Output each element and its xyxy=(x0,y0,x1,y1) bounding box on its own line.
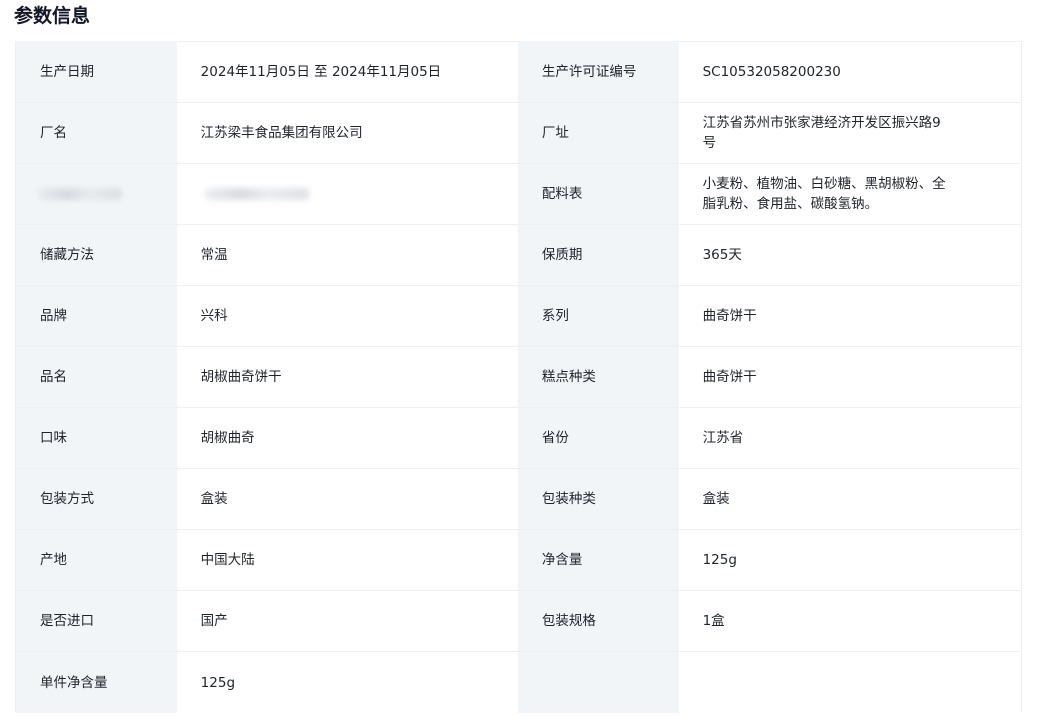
param-key: 品牌 xyxy=(16,286,177,347)
blurred-value-mask xyxy=(204,188,309,200)
param-value: 盒装 xyxy=(176,469,518,530)
param-key: 生产许可证编号 xyxy=(517,42,679,103)
param-value: 江苏省苏州市张家港经济开发区振兴路9号 xyxy=(678,103,1021,164)
param-value: 江苏省 xyxy=(678,408,1021,469)
table-row: 包装方式 盒装 包装种类 盒装 xyxy=(16,469,1021,530)
param-key: 产地 xyxy=(16,530,177,591)
param-value: 125g xyxy=(678,530,1021,591)
param-key: 生产日期 xyxy=(16,42,177,103)
param-value: 小麦粉、植物油、白砂糖、黑胡椒粉、全脂乳粉、食用盐、碳酸氢钠。 xyxy=(678,164,1021,225)
param-value: 胡椒曲奇 xyxy=(176,408,518,469)
param-value: 兴科 xyxy=(176,286,518,347)
param-key: 糕点种类 xyxy=(517,347,679,408)
param-value: 365天 xyxy=(678,225,1021,286)
param-key: 口味 xyxy=(16,408,177,469)
blurred-key xyxy=(16,164,177,225)
param-value: 江苏梁丰食品集团有限公司 xyxy=(176,103,518,164)
param-key: 系列 xyxy=(517,286,679,347)
table-row: 配料表 小麦粉、植物油、白砂糖、黑胡椒粉、全脂乳粉、食用盐、碳酸氢钠。 xyxy=(16,164,1021,225)
param-key: 净含量 xyxy=(517,530,679,591)
param-key: 保质期 xyxy=(517,225,679,286)
table-row: 单件净含量 125g xyxy=(16,652,1021,713)
param-key: 品名 xyxy=(16,347,177,408)
param-key: 配料表 xyxy=(517,164,679,225)
param-value: 曲奇饼干 xyxy=(678,347,1021,408)
param-key: 包装规格 xyxy=(517,591,679,652)
table-row: 储藏方法 常温 保质期 365天 xyxy=(16,225,1021,286)
param-value: 常温 xyxy=(176,225,518,286)
param-key: 是否进口 xyxy=(16,591,177,652)
param-key: 厂名 xyxy=(16,103,177,164)
param-value: 盒装 xyxy=(678,469,1021,530)
table-row: 产地 中国大陆 净含量 125g xyxy=(16,530,1021,591)
blurred-key-mask xyxy=(38,188,122,200)
param-key: 厂址 xyxy=(517,103,679,164)
table-row: 品名 胡椒曲奇饼干 糕点种类 曲奇饼干 xyxy=(16,347,1021,408)
table-row: 是否进口 国产 包装规格 1盒 xyxy=(16,591,1021,652)
param-value: 国产 xyxy=(176,591,518,652)
table-row: 品牌 兴科 系列 曲奇饼干 xyxy=(16,286,1021,347)
param-value: 125g xyxy=(176,652,518,713)
param-value: 中国大陆 xyxy=(176,530,518,591)
param-value xyxy=(678,652,1021,713)
table-row: 厂名 江苏梁丰食品集团有限公司 厂址 江苏省苏州市张家港经济开发区振兴路9号 xyxy=(16,103,1021,164)
table-row: 口味 胡椒曲奇 省份 江苏省 xyxy=(16,408,1021,469)
param-key: 包装种类 xyxy=(517,469,679,530)
param-value: 胡椒曲奇饼干 xyxy=(176,347,518,408)
param-value: 1盒 xyxy=(678,591,1021,652)
param-key: 省份 xyxy=(517,408,679,469)
section-title: 参数信息 xyxy=(14,5,91,27)
param-value: 2024年11月05日 至 2024年11月05日 xyxy=(176,42,518,103)
params-table: 生产日期 2024年11月05日 至 2024年11月05日 生产许可证编号 S… xyxy=(15,41,1022,713)
param-key: 单件净含量 xyxy=(16,652,177,713)
param-value: 曲奇饼干 xyxy=(678,286,1021,347)
table-row: 生产日期 2024年11月05日 至 2024年11月05日 生产许可证编号 S… xyxy=(16,42,1021,103)
param-value: SC10532058200230 xyxy=(678,42,1021,103)
blurred-value xyxy=(176,164,518,225)
param-key xyxy=(517,652,679,713)
param-key: 储藏方法 xyxy=(16,225,177,286)
param-key: 包装方式 xyxy=(16,469,177,530)
